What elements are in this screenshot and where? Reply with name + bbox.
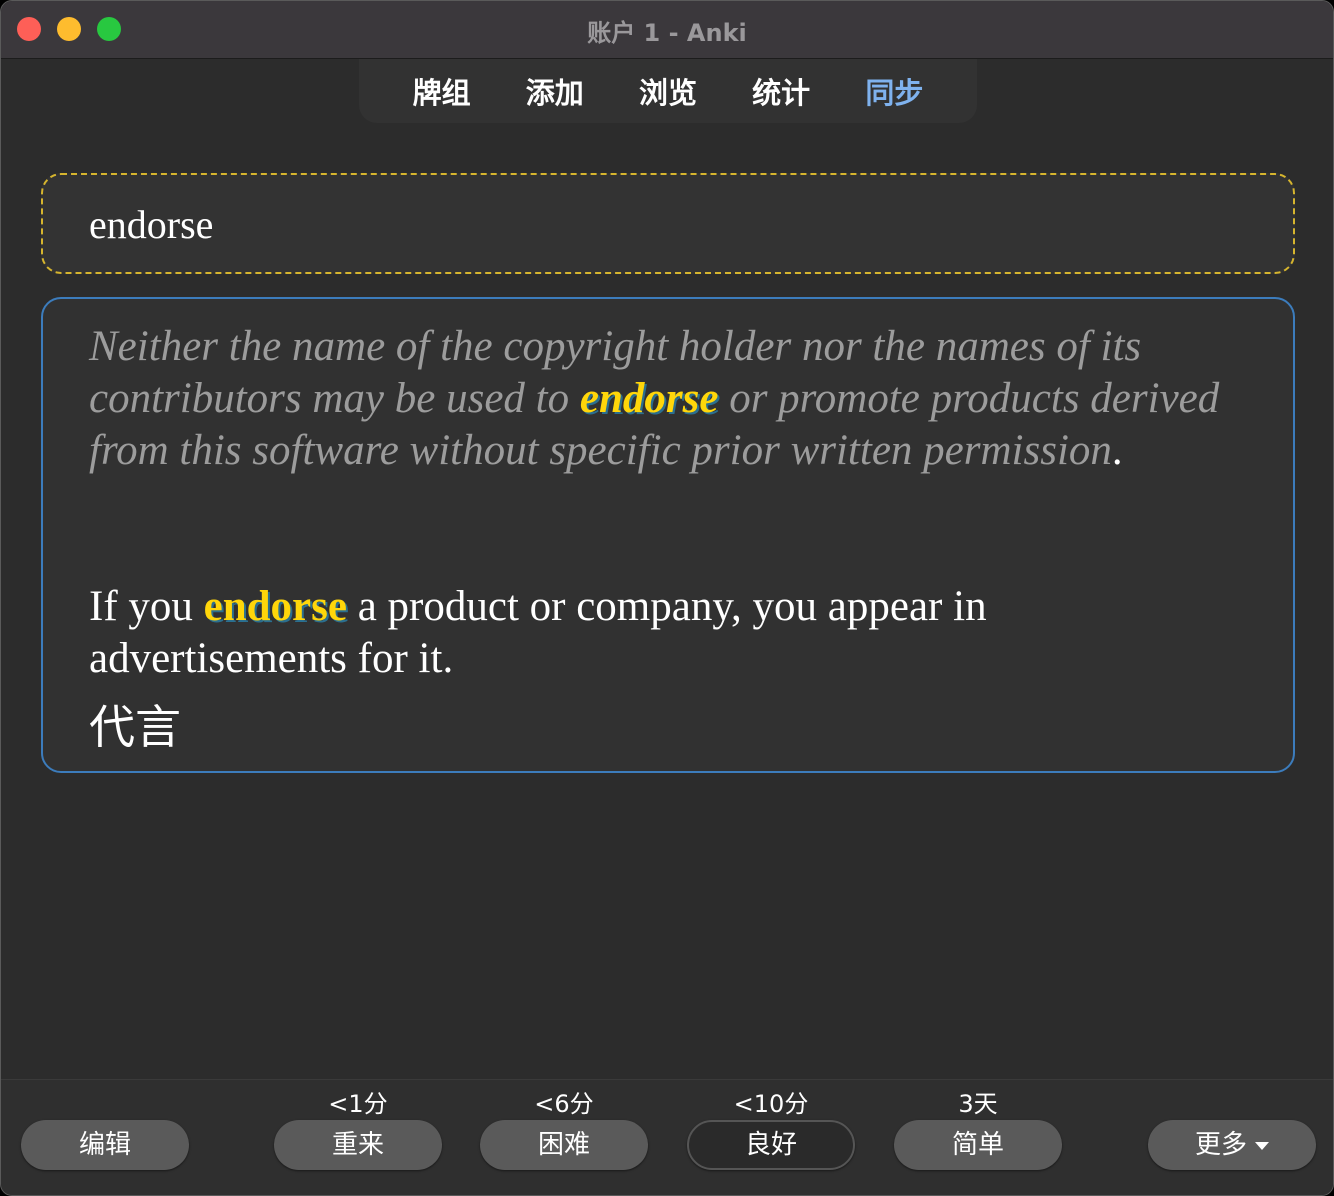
definition-highlight: endorse (203, 583, 347, 630)
hard-button[interactable]: 困难 (480, 1120, 648, 1170)
more-label: 更多 (1194, 1130, 1247, 1160)
example-sentence: Neither the name of the copyright holder… (89, 321, 1229, 477)
more-button[interactable]: 更多 (1148, 1120, 1316, 1170)
anki-window: 账户 1 - Anki 牌组 添加 浏览 统计 同步 endorse Neith… (0, 0, 1334, 1196)
tab-stats[interactable]: 统计 (752, 70, 810, 112)
main-toolbar: 牌组 添加 浏览 统计 同步 (359, 59, 977, 123)
tab-decks[interactable]: 牌组 (413, 70, 471, 112)
tab-sync[interactable]: 同步 (865, 70, 923, 112)
chevron-down-icon (1255, 1141, 1269, 1150)
translation: 代言 (89, 700, 181, 754)
edit-button[interactable]: 编辑 (21, 1120, 189, 1170)
example-end: . (1111, 427, 1123, 474)
title-bar: 账户 1 - Anki (1, 1, 1333, 59)
interval-hard: <6分 (534, 1090, 594, 1118)
definition-text-1: If you (89, 583, 204, 630)
interval-easy: 3天 (958, 1090, 998, 1118)
example-highlight: endorse (579, 375, 719, 422)
again-button[interactable]: 重来 (274, 1120, 442, 1170)
interval-again: <1分 (328, 1090, 388, 1118)
good-button[interactable]: 良好 (687, 1120, 855, 1170)
interval-good: <10分 (733, 1090, 809, 1118)
answer-bar: 编辑 <1分 重来 <6分 困难 <10分 良好 3天 简单 更多 (1, 1079, 1333, 1195)
definition-sentence: If you endorse a product or company, you… (89, 581, 1249, 685)
tab-add[interactable]: 添加 (526, 70, 584, 112)
window-title: 账户 1 - Anki (587, 19, 747, 47)
card-front-field: endorse (41, 173, 1295, 274)
easy-button[interactable]: 简单 (894, 1120, 1062, 1170)
front-word: endorse (89, 202, 214, 247)
tab-browse[interactable]: 浏览 (639, 70, 697, 112)
card-back-field: Neither the name of the copyright holder… (41, 297, 1295, 773)
